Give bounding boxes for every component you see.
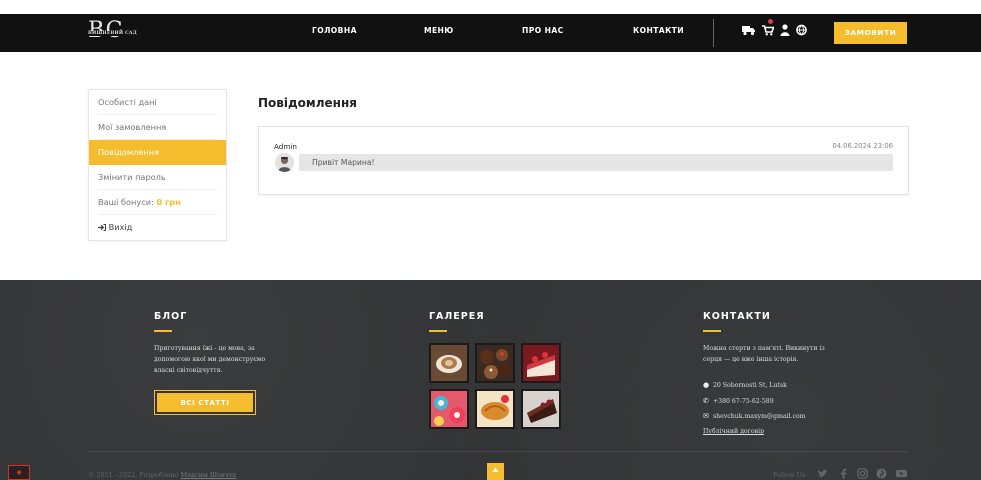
message-card: Admin 04.06.2024 23:06 Привіт Марина!	[258, 126, 909, 195]
twitter-icon[interactable]	[817, 468, 828, 479]
pinterest-icon[interactable]	[876, 468, 887, 479]
sidebar-item-personal-data[interactable]: Особисті дані	[89, 90, 226, 115]
user-icon[interactable]	[780, 24, 790, 36]
footer-divider	[88, 451, 908, 452]
youtube-icon[interactable]	[895, 468, 908, 479]
gallery-thumb-chocolate-cake[interactable]	[521, 389, 561, 429]
title-underline	[154, 330, 172, 332]
logo-subtitle: ВИШНЕВИЙ САД	[88, 31, 137, 36]
envelope-icon: ✉	[703, 412, 709, 420]
message-date: 04.06.2024 23:06	[832, 142, 893, 150]
gallery-thumb-macarons[interactable]	[429, 389, 469, 429]
all-articles-button[interactable]: ВСІ СТАТТІ	[154, 390, 256, 415]
sidebar-item-messages[interactable]: Повідомлення	[89, 140, 226, 165]
blog-text-line: Приготування їжі - це мова, за	[154, 345, 255, 352]
message-bubble: Привіт Марина!	[299, 154, 893, 171]
sidebar-item-change-password[interactable]: Змінити пароль	[89, 165, 226, 190]
contact-email[interactable]: ✉ shevchuk.maxym@gmail.com	[703, 412, 806, 420]
contact-phone[interactable]: ✆ +380 67-75-62-589	[703, 397, 774, 405]
nav-separator	[713, 19, 714, 47]
site-footer: БЛОГ Приготування їжі - це мова, за допо…	[0, 280, 981, 480]
avatar	[275, 153, 294, 172]
sidebar-item-logout[interactable]: Вихід	[89, 215, 226, 240]
title-underline	[703, 330, 721, 332]
page-title: Повідомлення	[258, 96, 357, 110]
phone-text: +380 67-75-62-589	[712, 398, 774, 405]
nav-menu[interactable]: МЕНЮ	[424, 26, 454, 35]
sidebar-item-label: Повідомлення	[98, 147, 160, 157]
contact-address: ● 20 Sobornosti St, Lutsk	[703, 381, 787, 389]
public-contract-link[interactable]: Публічний договір	[703, 428, 764, 435]
copyright-author-link[interactable]: Максим Шевчук	[181, 471, 237, 479]
instagram-icon[interactable]	[857, 468, 868, 479]
arrow-up-icon	[492, 467, 499, 472]
site-logo[interactable]: BC ВИШНЕВИЙ САД	[88, 18, 148, 46]
sidebar-item-label: Змінити пароль	[98, 172, 166, 182]
copyright: © 2021 - 2022, Розроблено Максим Шевчук	[88, 471, 237, 479]
bonus-value: 0 грн	[156, 197, 181, 207]
nav-contacts[interactable]: КОНТАКТИ	[633, 26, 684, 35]
message-author: Admin	[274, 142, 297, 151]
contacts-text-line: Можна стерти з пам'яті. Викинути із	[703, 345, 825, 352]
account-sidebar: Особисті дані Мої замовлення Повідомленн…	[88, 89, 227, 241]
address-text: 20 Sobornosti St, Lutsk	[712, 382, 787, 389]
nav-about[interactable]: ПРО НАС	[522, 26, 564, 35]
site-header: BC ВИШНЕВИЙ САД ГОЛОВНА МЕНЮ ПРО НАС КОН…	[0, 14, 981, 52]
gallery-thumb-croissant[interactable]	[475, 389, 515, 429]
blog-text-line: власні світовідчуття.	[154, 367, 223, 374]
copyright-text: © 2021 - 2022, Розроблено	[88, 471, 179, 479]
contacts-title: КОНТАКТИ	[703, 311, 771, 322]
sidebar-item-bonuses: Ваші бонуси: 0 грн	[89, 190, 226, 215]
bonus-label: Ваші бонуси:	[98, 197, 154, 207]
contacts-text-line: серця — це вже інша історія.	[703, 356, 799, 363]
sidebar-item-label: Вихід	[108, 222, 133, 232]
gallery-thumb-coffee[interactable]	[429, 343, 469, 383]
email-text: shevchuk.maxym@gmail.com	[712, 413, 806, 420]
gallery-title: ГАЛЕРЕЯ	[429, 311, 485, 322]
sidebar-item-my-orders[interactable]: Мої замовлення	[89, 115, 226, 140]
order-button[interactable]: ЗАМОВИТИ	[834, 22, 907, 44]
title-underline	[429, 330, 447, 332]
sidebar-item-label: Особисті дані	[98, 97, 157, 107]
map-marker-icon: ●	[703, 381, 710, 389]
blog-text-line: допомогою якої ми демонструємо	[154, 356, 266, 363]
corner-badge[interactable]: ◉	[8, 465, 30, 480]
facebook-icon[interactable]	[838, 468, 849, 479]
scroll-up-button[interactable]	[487, 463, 504, 480]
phone-icon: ✆	[703, 397, 709, 405]
page: BC ВИШНЕВИЙ САД ГОЛОВНА МЕНЮ ПРО НАС КОН…	[0, 0, 981, 480]
globe-icon[interactable]	[796, 24, 807, 36]
follow-us-label: Follow Us	[773, 471, 806, 479]
nav-home[interactable]: ГОЛОВНА	[312, 26, 357, 35]
delivery-truck-icon[interactable]	[742, 24, 756, 36]
gallery-thumb-cupcakes[interactable]	[475, 343, 515, 383]
cart-icon[interactable]	[762, 24, 774, 36]
blog-title: БЛОГ	[154, 311, 188, 322]
cart-count-badge	[768, 19, 773, 24]
sign-out-icon	[98, 224, 106, 231]
gallery-thumb-strawberry-cake[interactable]	[521, 343, 561, 383]
sidebar-item-label: Мої замовлення	[98, 122, 167, 132]
